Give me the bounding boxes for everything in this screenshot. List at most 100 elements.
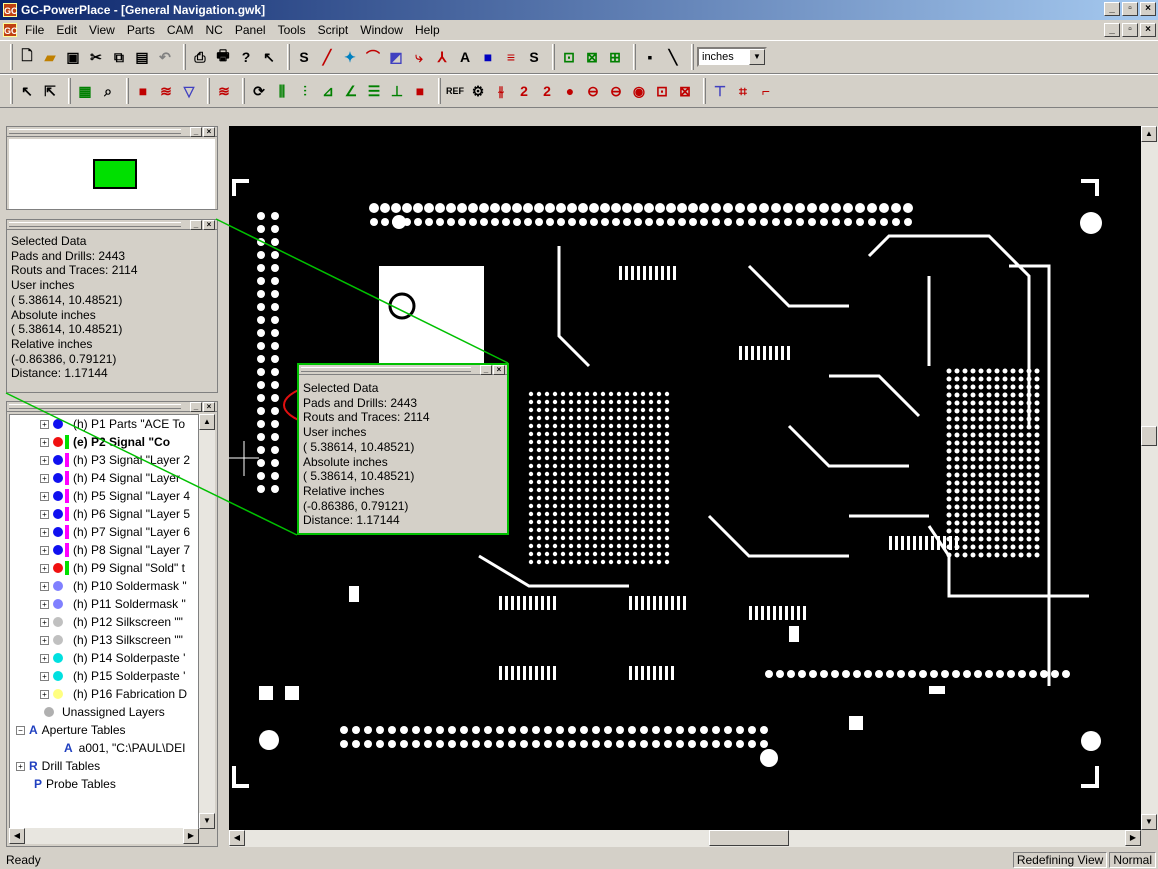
panel-titlebar[interactable]: _ × <box>299 365 507 375</box>
save-icon[interactable]: ▣ <box>62 46 84 68</box>
panel-titlebar[interactable]: _ × <box>7 220 217 230</box>
list-icon[interactable]: ☰ <box>363 80 385 102</box>
layer-visibility-icon[interactable] <box>65 579 69 593</box>
number-plus-icon[interactable]: 2 <box>536 80 558 102</box>
add-pad-icon[interactable]: ✦ <box>339 46 361 68</box>
color-icon[interactable]: ■ <box>132 80 154 102</box>
route-icon[interactable]: ⤷ <box>408 46 430 68</box>
rectangle-icon[interactable]: ■ <box>477 46 499 68</box>
copy-icon[interactable]: ⧉ <box>108 46 130 68</box>
view-rectangle[interactable] <box>93 159 137 189</box>
ref-icon[interactable]: REF <box>444 80 466 102</box>
tree-item-aperture-tables[interactable]: − A Aperture Tables <box>10 721 198 739</box>
layer-stack-icon[interactable]: ≋ <box>155 80 177 102</box>
scroll-down-icon[interactable]: ▼ <box>199 813 215 829</box>
expand-icon[interactable]: + <box>40 473 49 483</box>
expand-icon[interactable]: + <box>40 455 49 465</box>
tree-item-drill-tables[interactable]: + R Drill Tables <box>10 757 198 775</box>
paste-icon[interactable]: ▤ <box>131 46 153 68</box>
tree-item-unassigned[interactable]: Unassigned Layers <box>10 703 198 721</box>
expand-icon[interactable]: + <box>40 671 49 681</box>
menu-parts[interactable]: Parts <box>121 23 161 37</box>
select-s-icon[interactable]: S <box>293 46 315 68</box>
doc-close-button[interactable]: × <box>1140 23 1156 37</box>
layer-visibility-icon[interactable] <box>65 615 69 629</box>
dimension-icon[interactable]: ⊥ <box>386 80 408 102</box>
layer-visibility-icon[interactable] <box>65 669 69 683</box>
expand-icon[interactable]: + <box>40 653 49 663</box>
component-icon[interactable]: ⚙ <box>467 80 489 102</box>
zoom-fit-icon[interactable]: ⊠ <box>581 46 603 68</box>
tree-vertical-scrollbar[interactable]: ▲ ▼ <box>199 414 215 829</box>
menu-view[interactable]: View <box>83 23 121 37</box>
cut-icon[interactable]: ✂ <box>85 46 107 68</box>
expand-icon[interactable]: + <box>40 563 49 573</box>
layer-visibility-icon[interactable] <box>65 651 69 665</box>
minimize-button[interactable]: _ <box>1104 2 1120 16</box>
expand-icon[interactable]: + <box>40 509 49 519</box>
help-icon[interactable]: ? <box>235 46 257 68</box>
menu-script[interactable]: Script <box>312 23 355 37</box>
layer-row[interactable]: + (h) P4 Signal "Layer <box>10 469 198 487</box>
measure-angle-icon[interactable]: ∠ <box>340 80 362 102</box>
close-button[interactable]: × <box>1140 2 1156 16</box>
doc-restore-button[interactable]: ▫ <box>1122 23 1138 37</box>
layer-row[interactable]: + (e) P2 Signal "Co <box>10 433 198 451</box>
text-icon[interactable]: A <box>454 46 476 68</box>
trace-icon[interactable]: ⅄ <box>431 46 453 68</box>
layer-row[interactable]: + (h) P8 Signal "Layer 7 <box>10 541 198 559</box>
draw-polygon-icon[interactable]: ◩ <box>385 46 407 68</box>
expand-icon[interactable]: + <box>40 437 49 447</box>
menu-tools[interactable]: Tools <box>272 23 312 37</box>
panel-close-button[interactable]: × <box>493 365 505 375</box>
document-icon[interactable]: GC <box>3 23 18 37</box>
doc-minimize-button[interactable]: _ <box>1104 23 1120 37</box>
snap-line-icon[interactable]: ╲ <box>662 46 684 68</box>
panel-close-button[interactable]: × <box>203 127 215 137</box>
pin-icon[interactable]: ⫳ <box>490 80 512 102</box>
expand-icon[interactable]: + <box>40 599 49 609</box>
print-icon[interactable]: 🖶 <box>212 46 234 68</box>
layer-visibility-icon[interactable] <box>65 453 69 467</box>
menu-help[interactable]: Help <box>409 23 446 37</box>
panel-minimize-button[interactable]: _ <box>190 127 202 137</box>
print-preview-icon[interactable]: ⎙ <box>189 46 211 68</box>
query-icon[interactable]: ⌕ <box>97 80 119 102</box>
scroll-right-icon[interactable]: ▶ <box>1125 830 1141 846</box>
expand-icon[interactable]: + <box>40 617 49 627</box>
expand-icon[interactable]: + <box>40 545 49 555</box>
context-help-icon[interactable]: ↖ <box>258 46 280 68</box>
panel-minimize-button[interactable]: _ <box>480 365 492 375</box>
layer-row[interactable]: + (h) P9 Signal "Sold" t <box>10 559 198 577</box>
expand-icon[interactable]: + <box>40 689 49 699</box>
layer-row[interactable]: + (h) P14 Solderpaste ' <box>10 649 198 667</box>
layer-visibility-icon[interactable] <box>65 507 69 521</box>
layer-visibility-icon[interactable] <box>65 597 69 611</box>
overview-map[interactable] <box>9 139 215 209</box>
restore-button[interactable]: ▫ <box>1122 2 1138 16</box>
draw-arc-icon[interactable]: ⌒ <box>362 46 384 68</box>
layer-row[interactable]: + (h) P13 Silkscreen "" <box>10 631 198 649</box>
multi-select-icon[interactable]: ⇱ <box>39 80 61 102</box>
layer-visibility-icon[interactable] <box>65 435 69 449</box>
chevron-down-icon[interactable]: ▼ <box>749 49 765 65</box>
layer-visibility-icon[interactable] <box>65 417 69 431</box>
align-icon[interactable]: ⫼ <box>271 80 293 102</box>
swap-icon[interactable]: S <box>523 46 545 68</box>
tree-item-probe-tables[interactable]: P Probe Tables <box>10 775 198 793</box>
layer-row[interactable]: + (h) P10 Soldermask " <box>10 577 198 595</box>
tree-horizontal-scrollbar[interactable]: ◀ ▶ <box>9 828 199 844</box>
units-select[interactable]: inches ▼ <box>697 47 767 67</box>
scroll-left-icon[interactable]: ◀ <box>229 830 245 846</box>
measure-icon[interactable]: ⊿ <box>317 80 339 102</box>
layer-visibility-icon[interactable] <box>65 489 69 503</box>
panel-minimize-button[interactable]: _ <box>190 220 202 230</box>
layer-visibility-icon[interactable] <box>65 633 69 647</box>
layer-row[interactable]: + (h) P16 Fabrication D <box>10 685 198 703</box>
distribute-icon[interactable]: ⫶ <box>294 80 316 102</box>
panel-titlebar[interactable]: _ × <box>7 127 217 137</box>
drill-outline-icon[interactable]: ⊖ <box>582 80 604 102</box>
drill-box-icon[interactable]: ⊡ <box>651 80 673 102</box>
snap-point-icon[interactable]: ▪ <box>639 46 661 68</box>
layers-icon[interactable]: ≡ <box>500 46 522 68</box>
